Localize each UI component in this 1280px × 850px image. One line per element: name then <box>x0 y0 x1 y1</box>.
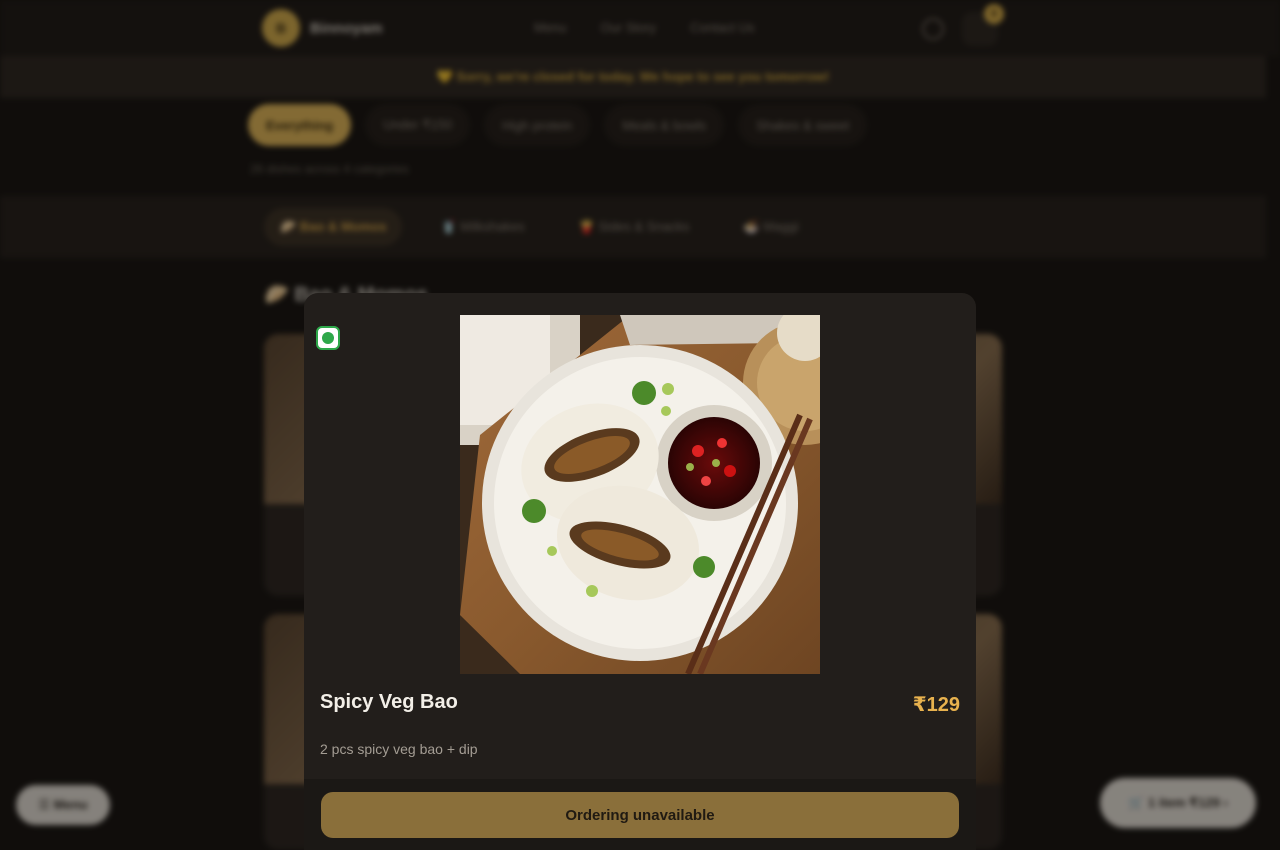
modal-footer: Ordering unavailable <box>304 779 976 850</box>
item-name: Spicy Veg Bao <box>320 691 458 713</box>
item-price: ₹129 <box>912 694 960 716</box>
item-image <box>460 315 820 674</box>
veg-indicator-icon <box>316 326 340 350</box>
item-detail-modal: Spicy Veg Bao ₹129 2 pcs spicy veg bao +… <box>304 293 976 850</box>
order-button[interactable]: Ordering unavailable <box>321 792 959 838</box>
item-description: 2 pcs spicy veg bao + dip <box>320 741 478 757</box>
